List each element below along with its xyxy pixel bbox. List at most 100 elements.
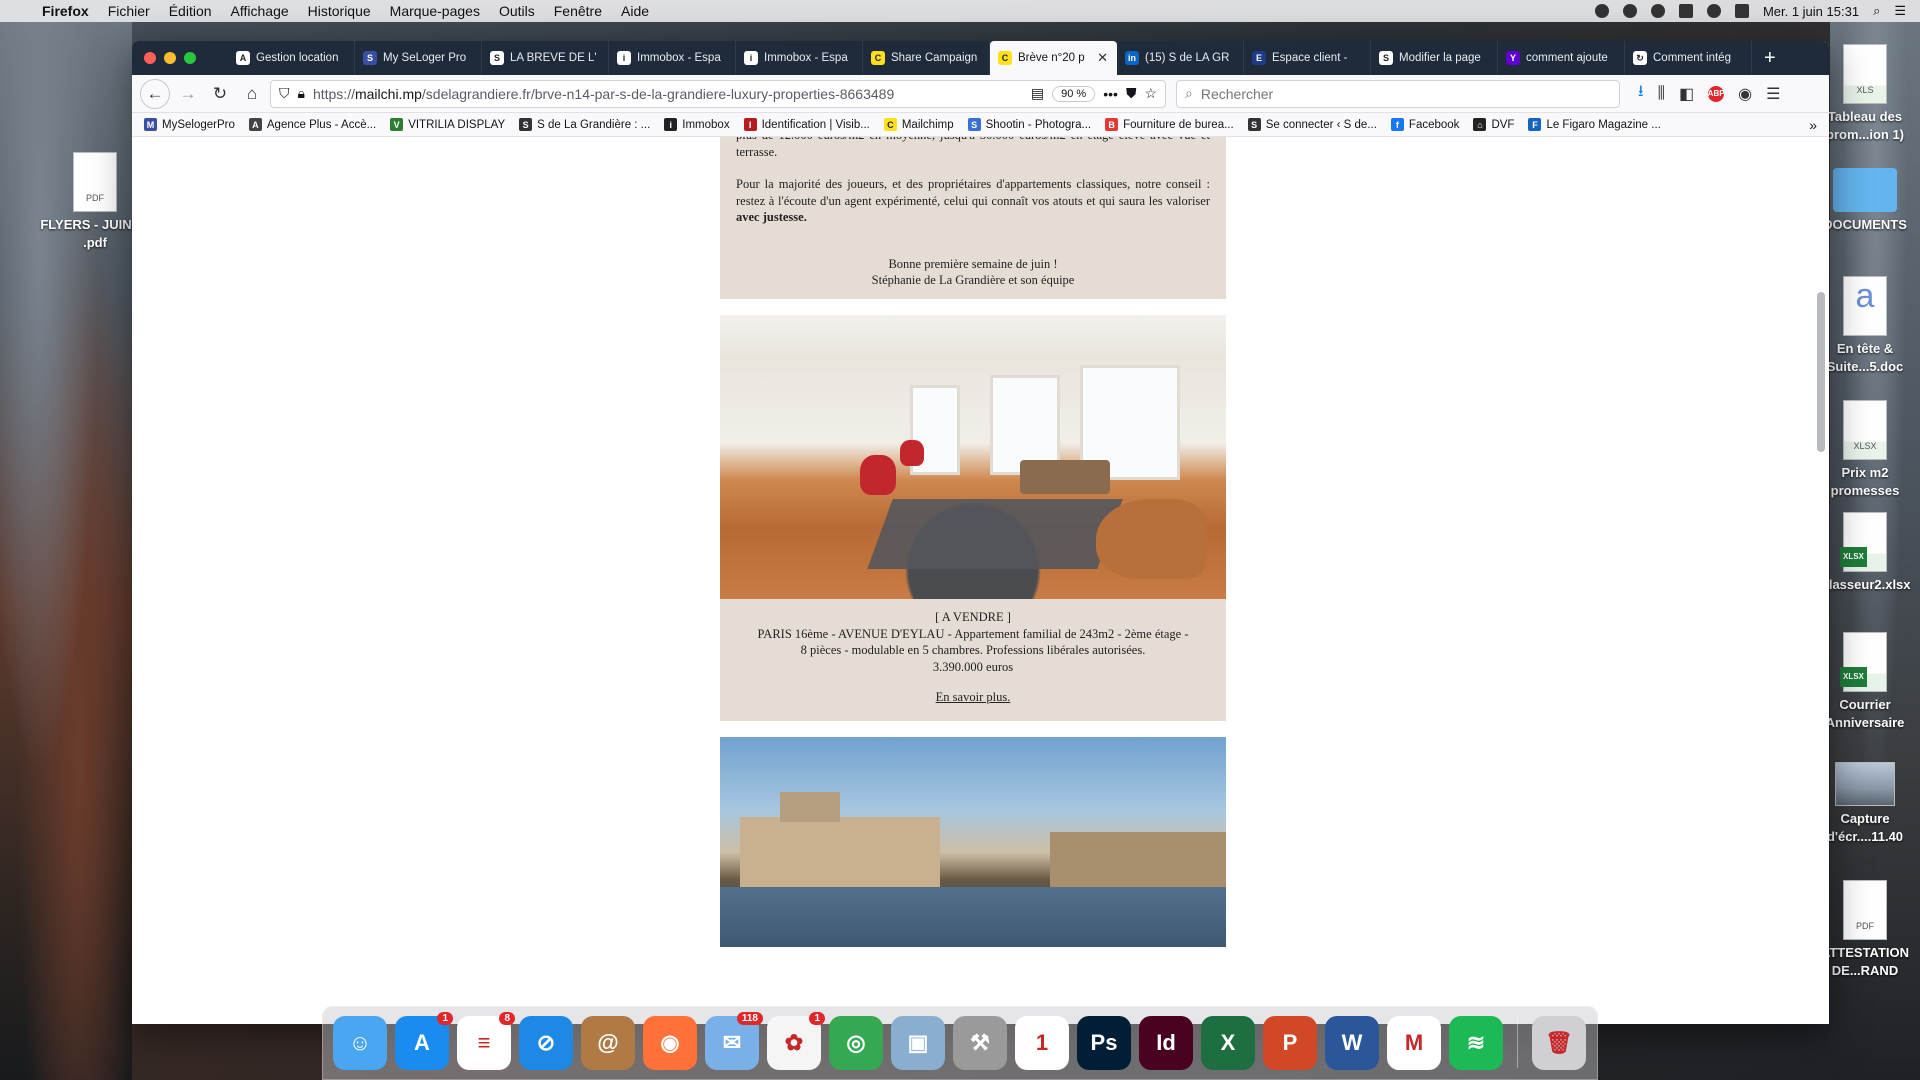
dock-app-gmail[interactable]: M bbox=[1387, 1016, 1441, 1070]
browser-tab[interactable]: C Brève n°20 p ✕ bbox=[990, 41, 1117, 75]
menu-aide[interactable]: Aide bbox=[621, 3, 649, 19]
search-bar[interactable]: ⌕ Rechercher bbox=[1176, 79, 1620, 108]
bookmark-item[interactable]: i Immobox bbox=[664, 118, 730, 131]
back-button[interactable]: ← bbox=[140, 78, 170, 109]
menu-edition[interactable]: Édition bbox=[169, 3, 212, 19]
dock-app-spotify[interactable]: ≋ bbox=[1449, 1016, 1503, 1070]
browser-tab[interactable]: A Gestion location bbox=[228, 41, 355, 75]
menu-fenetre[interactable]: Fenêtre bbox=[554, 3, 602, 19]
library-icon[interactable]: ⫼ bbox=[1658, 85, 1665, 103]
time-machine-icon[interactable] bbox=[1650, 4, 1665, 18]
account-icon[interactable]: ◉ bbox=[1738, 84, 1752, 104]
en-savoir-plus-link[interactable]: En savoir plus. bbox=[936, 689, 1011, 706]
browser-tab[interactable]: Ycomment ajoute bbox=[1498, 41, 1625, 75]
reader-view-icon[interactable]: ▤ bbox=[1031, 85, 1044, 102]
browser-tab[interactable]: i Immobox - Espa bbox=[736, 41, 863, 75]
browser-tab[interactable]: S Modifier la page bbox=[1371, 41, 1498, 75]
dock-app-contacts[interactable]: @ bbox=[581, 1016, 635, 1070]
spotlight-search-icon[interactable]: ⌕ bbox=[1873, 3, 1880, 19]
browser-tab[interactable]: i Immobox - Espa bbox=[609, 41, 736, 75]
bookmarks-overflow-icon[interactable]: » bbox=[1809, 117, 1817, 133]
app-icon: ◉ bbox=[660, 1030, 680, 1055]
bookmark-item[interactable]: A Agence Plus - Accè... bbox=[248, 118, 376, 131]
browser-tab[interactable]: ↻ Comment intég bbox=[1625, 41, 1752, 75]
listing-tag: [ A VENDRE ] bbox=[935, 610, 1011, 624]
browser-tab[interactable]: S My SeLoger Pro bbox=[355, 41, 482, 75]
url-text[interactable]: https://mailchi.mp/sdelagrandiere.fr/brv… bbox=[313, 86, 1023, 102]
page-actions-icon[interactable]: ••• bbox=[1103, 86, 1118, 102]
dock-app-calendar[interactable]: 1 bbox=[1015, 1016, 1069, 1070]
zoom-level-button[interactable]: 90 % bbox=[1052, 85, 1096, 102]
bookmark-star-icon[interactable]: ☆ bbox=[1144, 85, 1157, 102]
close-tab-icon[interactable]: ✕ bbox=[1097, 50, 1108, 66]
fullscreen-window-button[interactable] bbox=[184, 52, 196, 64]
dock-app-reminders[interactable]: ≡ 8 bbox=[457, 1012, 515, 1070]
forward-button[interactable]: → bbox=[174, 80, 202, 108]
tab-label: Share Campaign bbox=[891, 52, 978, 64]
reload-button[interactable]: ↻ bbox=[206, 80, 234, 108]
browser-tab[interactable]: S LA BRÈVE DE L' bbox=[482, 41, 609, 75]
menu-fichier[interactable]: Fichier bbox=[108, 3, 150, 19]
dock-app-finder[interactable]: ☺ bbox=[333, 1016, 387, 1070]
notification-badge: 8 bbox=[499, 1012, 515, 1025]
menu-historique[interactable]: Historique bbox=[308, 3, 371, 19]
dock-app-firefox[interactable]: ◉ bbox=[643, 1016, 697, 1070]
dock-app-trash[interactable]: 🗑 bbox=[1532, 1016, 1586, 1070]
dock-app-photos[interactable]: ✿ 1 bbox=[767, 1012, 825, 1070]
menu-app-name[interactable]: Firefox bbox=[42, 3, 89, 19]
dock-app-chrome[interactable]: ◎ bbox=[829, 1016, 883, 1070]
dock-app-photoshop[interactable]: Ps bbox=[1077, 1016, 1131, 1070]
bookmark-item[interactable]: V VITRILIA DISPLAY bbox=[390, 118, 505, 131]
vertical-scrollbar[interactable] bbox=[1817, 292, 1825, 452]
downloads-icon[interactable]: ⭳ bbox=[1638, 80, 1644, 107]
adblock-plus-icon[interactable]: ABP bbox=[1708, 85, 1725, 102]
bookmark-item[interactable]: f Facebook bbox=[1390, 118, 1459, 131]
listing-photo-living-room[interactable] bbox=[720, 315, 1226, 599]
dock-app-preview[interactable]: ▣ bbox=[891, 1016, 945, 1070]
bookmark-item[interactable]: I Identification | Visib... bbox=[743, 118, 870, 131]
dock-app-mail[interactable]: ✉ 118 bbox=[705, 1012, 763, 1070]
dock-app-app-store[interactable]: A1 bbox=[395, 1012, 453, 1070]
bookmark-favicon-icon: S bbox=[1247, 118, 1261, 131]
browser-tab[interactable]: in (15) S de LA GR bbox=[1117, 41, 1244, 75]
menubar-clock[interactable]: Mer. 1 juin 15:31 bbox=[1763, 4, 1859, 19]
menu-affichage[interactable]: Affichage bbox=[231, 3, 289, 19]
dock-app-indesign[interactable]: Id bbox=[1139, 1016, 1193, 1070]
browser-tab[interactable]: C Share Campaign bbox=[863, 41, 990, 75]
bookmark-item[interactable]: F Le Figaro Magazine ... bbox=[1528, 118, 1661, 131]
dock-app-excel[interactable]: X bbox=[1201, 1016, 1255, 1070]
home-button[interactable]: ⌂ bbox=[238, 80, 266, 108]
dock-app-safari[interactable]: ⊘ bbox=[519, 1016, 573, 1070]
new-tab-button[interactable]: + bbox=[1752, 41, 1788, 75]
wifi-icon[interactable] bbox=[1706, 4, 1721, 18]
bookmark-item[interactable]: B Fourniture de burea... bbox=[1105, 118, 1234, 131]
status-app-icon[interactable] bbox=[1594, 4, 1609, 18]
bookmark-item[interactable]: ⌂ DVF bbox=[1473, 118, 1514, 131]
dock-app-word[interactable]: W bbox=[1325, 1016, 1379, 1070]
menu-outils[interactable]: Outils bbox=[499, 3, 535, 19]
bookmark-label: Immobox bbox=[682, 118, 730, 131]
bookmark-item[interactable]: S S de La Grandière : ... bbox=[519, 118, 650, 131]
bookmark-item[interactable]: M MySelogerPro bbox=[144, 118, 235, 131]
menu-marque-pages[interactable]: Marque-pages bbox=[390, 3, 480, 19]
sidebar-icon[interactable]: ◧ bbox=[1679, 84, 1694, 104]
bookmark-item[interactable]: S Shootin - Photogra... bbox=[967, 118, 1091, 131]
pocket-icon[interactable]: ⛊ bbox=[1126, 85, 1137, 102]
bookmark-item[interactable]: S Se connecter ‹ S de... bbox=[1247, 118, 1377, 131]
lock-icon[interactable]: 🔒︎ bbox=[298, 85, 305, 102]
volume-icon[interactable] bbox=[1734, 4, 1749, 18]
minimize-window-button[interactable] bbox=[164, 52, 176, 64]
control-center-icon[interactable]: ☰ bbox=[1894, 3, 1906, 19]
close-window-button[interactable] bbox=[144, 52, 156, 64]
bookmark-item[interactable]: C Mailchimp bbox=[883, 118, 954, 131]
address-bar[interactable]: ⛉ 🔒︎ https://mailchi.mp/sdelagrandiere.f… bbox=[270, 79, 1166, 108]
browser-tab[interactable]: E Espace client - bbox=[1244, 41, 1371, 75]
dock-app-utility[interactable]: ⚒ bbox=[953, 1016, 1007, 1070]
photo-hotel-de-ville[interactable] bbox=[720, 737, 1226, 947]
app-menu-icon[interactable]: ☰ bbox=[1766, 84, 1780, 104]
creative-cloud-icon[interactable] bbox=[1622, 4, 1637, 18]
tracking-protection-icon[interactable]: ⛉ bbox=[279, 85, 290, 102]
dock-app-powerpoint[interactable]: P bbox=[1263, 1016, 1317, 1070]
tab-label: Immobox - Espa bbox=[764, 52, 848, 64]
bluetooth-icon[interactable] bbox=[1678, 4, 1693, 18]
